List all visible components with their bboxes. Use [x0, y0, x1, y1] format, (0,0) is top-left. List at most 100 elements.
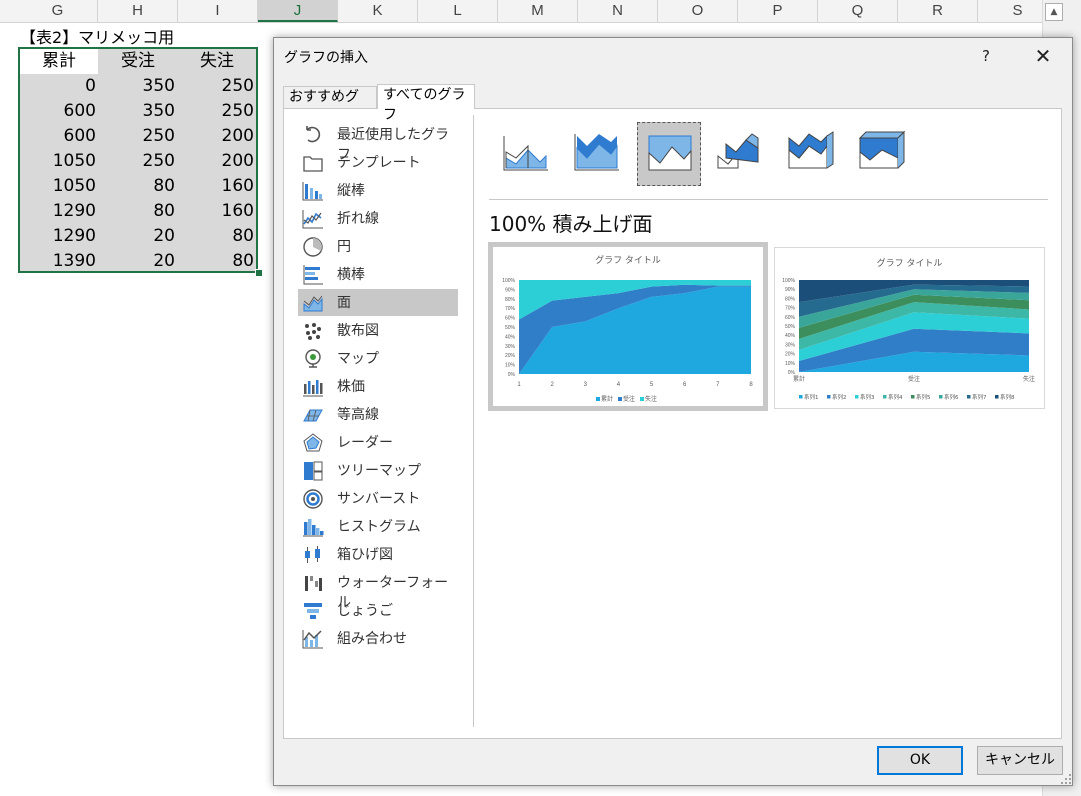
column-header-r[interactable]: R: [898, 0, 978, 22]
3d-stacked-area-subtype-icon[interactable]: [779, 122, 843, 186]
table-header-cell[interactable]: 失注: [178, 49, 256, 74]
table-cell[interactable]: 250: [99, 149, 175, 174]
table-cell[interactable]: 1390: [20, 249, 96, 274]
chart-category-label: 散布図: [337, 323, 379, 339]
column-header-h[interactable]: H: [98, 0, 178, 22]
ok-button[interactable]: OK: [877, 746, 963, 775]
tab-recommended[interactable]: おすすめグラフ: [283, 86, 377, 125]
x-tick-label: 失注: [1023, 375, 1035, 383]
y-tick-label: 30%: [785, 342, 796, 348]
table-cell[interactable]: 250: [178, 74, 254, 99]
subtype-divider: [489, 199, 1048, 200]
table-cell[interactable]: 1290: [20, 199, 96, 224]
chart-preview-1[interactable]: グラフ タイトル 0% 10% 20% 30% 40% 50% 60% 70% 80% 90% 10…: [488, 242, 768, 411]
table-cell[interactable]: 80: [99, 199, 175, 224]
chart-category-label: 折れ線: [337, 211, 379, 227]
table-cell[interactable]: 1050: [20, 174, 96, 199]
chart-category-item[interactable]: 等高線: [298, 401, 458, 428]
y-tick-label: 100%: [502, 278, 515, 284]
table-cell[interactable]: 600: [20, 99, 96, 124]
table-cell[interactable]: 160: [178, 199, 254, 224]
table-cell[interactable]: 250: [99, 124, 175, 149]
column-header-k[interactable]: K: [338, 0, 418, 22]
table-cell[interactable]: 20: [99, 224, 175, 249]
y-tick-label: 90%: [785, 287, 796, 293]
100-stacked-area-subtype-icon[interactable]: [637, 122, 701, 186]
chart-category-item[interactable]: ヒストグラム: [298, 513, 458, 540]
chart-category-label: マップ: [337, 351, 379, 367]
table-cell[interactable]: 80: [178, 224, 254, 249]
chart-preview-2[interactable]: グラフ タイトル 0% 10% 20% 30% 40% 50% 60% 70% 80% 90% 10…: [774, 247, 1045, 409]
y-tick-label: 10%: [785, 361, 796, 367]
table-cell[interactable]: 200: [178, 149, 254, 174]
table-header-cell[interactable]: 受注: [99, 49, 177, 74]
chart-category-item[interactable]: 箱ひげ図: [298, 541, 458, 568]
table-cell[interactable]: 160: [178, 174, 254, 199]
table-cell[interactable]: 80: [178, 249, 254, 274]
column-header-n[interactable]: N: [578, 0, 658, 22]
chart-category-item[interactable]: レーダー: [298, 429, 458, 456]
data-table[interactable]: 累計 受注 失注 0 350 250 600 350 250 600 250 200 1050 250 20…: [18, 47, 258, 273]
chart-category-item[interactable]: 円: [298, 233, 458, 260]
table-cell[interactable]: 80: [99, 174, 175, 199]
tab-all-charts[interactable]: すべてのグラフ: [377, 84, 475, 123]
x-tick-label: 累計: [793, 375, 805, 383]
table-cell[interactable]: 350: [99, 74, 175, 99]
table-cell[interactable]: 600: [20, 124, 96, 149]
fill-handle[interactable]: [255, 269, 263, 277]
column-header-l[interactable]: L: [418, 0, 498, 22]
chart-category-item[interactable]: ウォーターフォール: [298, 569, 458, 611]
table-cell[interactable]: 350: [99, 99, 175, 124]
column-header-m[interactable]: M: [498, 0, 578, 22]
legend-swatch: [799, 395, 803, 399]
combo-chart-icon: [302, 628, 324, 650]
chart-category-item[interactable]: 折れ線: [298, 205, 458, 232]
radar-chart-icon: [302, 432, 324, 454]
scatter-chart-icon: [302, 320, 324, 342]
insert-chart-dialog: グラフの挿入 ? ✕ おすすめグラフ すべてのグラフ 最近使用したグラフテンプレ…: [273, 37, 1073, 786]
table-header-cell[interactable]: 累計: [20, 49, 98, 74]
area-chart-icon: [302, 292, 324, 314]
chart-category-item[interactable]: 散布図: [298, 317, 458, 344]
column-header-q[interactable]: Q: [818, 0, 898, 22]
sheet-table-title: 【表2】マリメッコ用: [20, 28, 175, 47]
column-header-o[interactable]: O: [658, 0, 738, 22]
column-header-j[interactable]: J: [258, 0, 338, 22]
table-cell[interactable]: 0: [20, 74, 96, 99]
chart-category-item[interactable]: 最近使用したグラフ: [298, 121, 458, 163]
table-cell[interactable]: 1050: [20, 149, 96, 174]
chart-category-item[interactable]: 面: [298, 289, 458, 316]
table-cell[interactable]: 250: [178, 99, 254, 124]
close-button[interactable]: ✕: [1028, 42, 1058, 70]
chart-category-item[interactable]: じょうご: [298, 597, 458, 624]
resize-grip-icon[interactable]: [1060, 773, 1072, 785]
panel-divider: [473, 115, 474, 727]
scroll-up-arrow-icon[interactable]: ▲: [1045, 3, 1063, 21]
3d-100-stacked-area-subtype-icon[interactable]: [850, 122, 914, 186]
chart-category-label: 円: [337, 239, 351, 255]
chart-category-item[interactable]: 株価: [298, 373, 458, 400]
chart-category-item[interactable]: 縦棒: [298, 177, 458, 204]
chart-category-item[interactable]: マップ: [298, 345, 458, 372]
table-cell[interactable]: 20: [99, 249, 175, 274]
column-header-g[interactable]: G: [18, 0, 98, 22]
x-tick-label: 4: [617, 382, 621, 388]
help-button[interactable]: ?: [974, 44, 998, 68]
table-cell[interactable]: 200: [178, 124, 254, 149]
chart-category-item[interactable]: 横棒: [298, 261, 458, 288]
chart-category-item[interactable]: テンプレート: [298, 149, 458, 176]
legend-swatch: [855, 395, 859, 399]
legend-label: 系列1: [804, 393, 819, 401]
legend-label: 系列8: [1000, 393, 1015, 401]
area-subtype-icon[interactable]: [494, 122, 558, 186]
chart-category-item[interactable]: ツリーマップ: [298, 457, 458, 484]
column-header-i[interactable]: I: [178, 0, 258, 22]
table-cell[interactable]: 1290: [20, 224, 96, 249]
chart-category-item[interactable]: サンバースト: [298, 485, 458, 512]
stacked-area-subtype-icon[interactable]: [565, 122, 629, 186]
column-header-bar: GHIJKLMNOPQRS: [0, 0, 1058, 23]
chart-category-item[interactable]: 組み合わせ: [298, 625, 458, 652]
cancel-button[interactable]: キャンセル: [977, 746, 1063, 775]
column-header-p[interactable]: P: [738, 0, 818, 22]
3d-area-subtype-icon[interactable]: [708, 122, 772, 186]
